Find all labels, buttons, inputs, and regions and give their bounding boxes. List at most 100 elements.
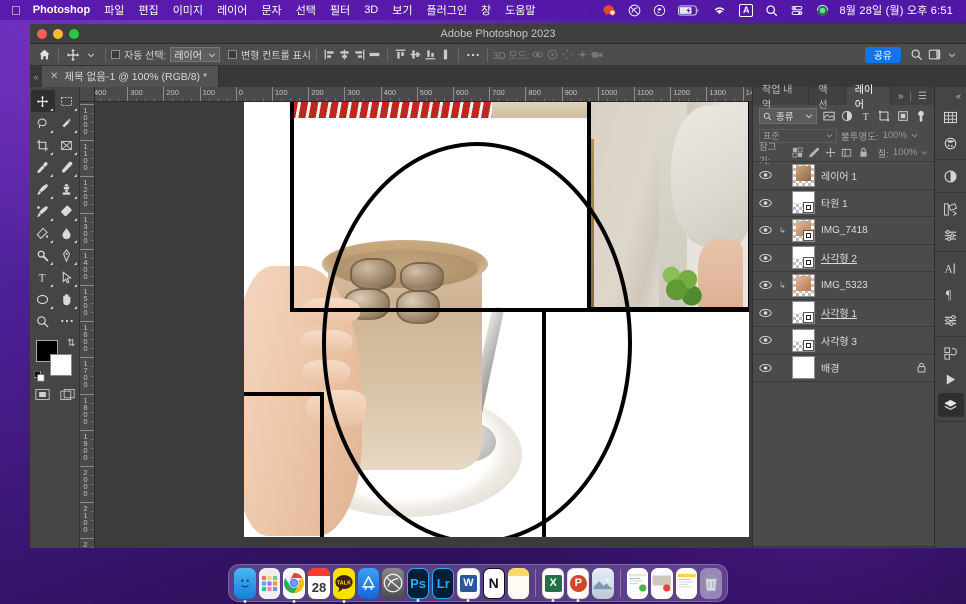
quick-selection-tool[interactable] [55,112,79,134]
layer-name[interactable]: 사각형 1 [821,305,934,320]
dock-item-finder[interactable] [234,567,256,603]
actions-icon[interactable] [938,367,964,391]
input-source-icon[interactable]: A [733,3,760,17]
dock-item-preview[interactable] [592,567,614,599]
menu-item-help[interactable]: 도움말 [498,2,542,18]
layer-row[interactable]: 사각형 3 [753,327,934,355]
distribute-v-icon[interactable] [438,47,453,62]
move-tool[interactable] [30,90,55,112]
menu-item-view[interactable]: 보기 [385,2,419,18]
swap-colors-icon[interactable]: ⇅ [67,338,75,349]
properties-icon[interactable] [938,223,964,247]
layers-icon[interactable] [937,393,964,417]
panel-grip-icon[interactable]: « [30,66,42,87]
layer-name[interactable]: 사각형 3 [821,333,934,348]
layer-visibility-icon[interactable] [757,253,773,263]
dock-item-calendar[interactable]: 28 [308,567,330,599]
layer-lock-icon[interactable] [917,362,926,373]
zoom-tool[interactable] [31,310,55,332]
color-swatches[interactable]: ⇅ [33,338,76,382]
gradients-icon[interactable] [938,131,964,155]
ruler-corner[interactable] [80,87,95,102]
filter-toggle-icon[interactable] [915,109,929,124]
layer-row[interactable]: 사각형 2 [753,245,934,272]
color-swatches-icon[interactable] [938,105,964,129]
menu-item-3d[interactable]: 3D [357,4,385,16]
sliders-icon[interactable] [938,308,964,332]
opacity-dropdown-icon[interactable] [911,132,918,139]
layer-row[interactable]: ↳ IMG_7418 [753,217,934,245]
layer-thumbnail[interactable] [792,273,815,297]
history-icon[interactable] [938,341,964,365]
dock-item-notion[interactable]: N [482,567,505,599]
libraries-icon[interactable] [938,197,964,221]
close-icon[interactable]: ✕ [50,71,58,82]
shape-rectangle-bottom-left[interactable] [244,392,324,537]
quick-mask-icon[interactable] [34,388,50,401]
layer-name[interactable]: 사각형 2 [821,250,934,265]
workspace-icon[interactable] [925,46,943,64]
share-button[interactable]: 공유 [864,46,901,63]
pixel-filter-icon[interactable] [822,109,836,124]
align-top-icon[interactable] [393,47,408,62]
menu-item-select[interactable]: 선택 [289,2,323,18]
layer-row[interactable]: 배경 [753,355,934,382]
dock-minimized-window-3[interactable] [675,567,698,599]
fill-value[interactable]: 100% [893,147,917,158]
layer-thumbnail[interactable] [792,328,815,352]
double-chevron-left-icon[interactable]: « [935,91,966,101]
vertical-ruler[interactable]: 1000 1100 1200 1300 1400 1500 1600 1700 1800 1900… [80,102,95,548]
minimize-window-button[interactable] [53,28,63,39]
layer-mask-badge[interactable] [803,257,814,269]
history-brush-tool[interactable] [31,200,55,222]
layer-thumbnail[interactable] [792,218,815,242]
search-icon[interactable] [907,46,925,64]
layer-thumbnail[interactable] [792,191,815,215]
character-icon[interactable]: A [938,256,964,280]
layer-row[interactable]: 레이어 1 [753,162,934,190]
distribute-h-icon[interactable] [367,47,382,62]
horizontal-ruler[interactable]: 400 300 200 100 0 100 200 300 400 500 600 700 800 900… [95,87,752,102]
type-filter-icon[interactable]: T [859,109,873,124]
align-bottom-icon[interactable] [423,47,438,62]
hand-tool[interactable] [55,288,79,310]
auto-select-checkbox[interactable] [111,50,120,59]
pen-tool[interactable] [55,244,79,266]
window-controls[interactable] [30,28,79,39]
type-tool[interactable]: T [31,266,55,288]
menu-app-name[interactable]: Photoshop [31,4,97,16]
layer-visibility-icon[interactable] [757,198,773,208]
layer-name[interactable]: IMG_5323 [821,280,934,291]
dock-item-kakaotalk[interactable]: TALK [332,567,355,603]
panel-menu-icon[interactable]: ☰ [918,91,927,102]
shape-ellipse[interactable] [322,142,632,537]
creative-cloud-icon[interactable] [622,4,647,17]
align-left-icon[interactable] [322,47,337,62]
align-middle-icon[interactable] [408,47,423,62]
layer-mask-badge[interactable] [803,339,814,351]
move-tool-dropdown[interactable] [82,46,100,64]
layer-row[interactable]: ↳ IMG_5323 [753,272,934,300]
dock-item-launchpad[interactable] [258,567,281,599]
layer-name[interactable]: 배경 [821,360,911,375]
apple-icon[interactable]:  [11,4,21,17]
edit-toolbar-button[interactable] [55,310,79,332]
fill-dropdown-icon[interactable] [921,149,928,156]
transform-controls-checkbox-group[interactable]: 변형 컨트롤 표시 [227,47,311,62]
adjustments-icon[interactable] [938,164,964,188]
layer-thumbnail[interactable] [792,246,815,270]
control-center-icon[interactable] [784,4,810,17]
tab-actions[interactable]: 액션 [809,85,846,111]
layer-mask-badge[interactable] [803,202,814,214]
ellipse-tool[interactable] [31,288,55,310]
opacity-value[interactable]: 100% [883,130,907,141]
eraser-tool[interactable] [55,200,79,222]
menu-item-plugins[interactable]: 플러그인 [420,2,474,18]
lock-transparent-icon[interactable] [791,146,804,159]
dock-item-trash[interactable] [700,567,723,599]
menu-item-filter[interactable]: 필터 [323,2,357,18]
path-selection-tool[interactable] [55,266,79,288]
crop-tool[interactable] [31,134,55,156]
wifi-icon[interactable] [706,4,733,16]
dock-item-chrome[interactable] [283,567,306,603]
